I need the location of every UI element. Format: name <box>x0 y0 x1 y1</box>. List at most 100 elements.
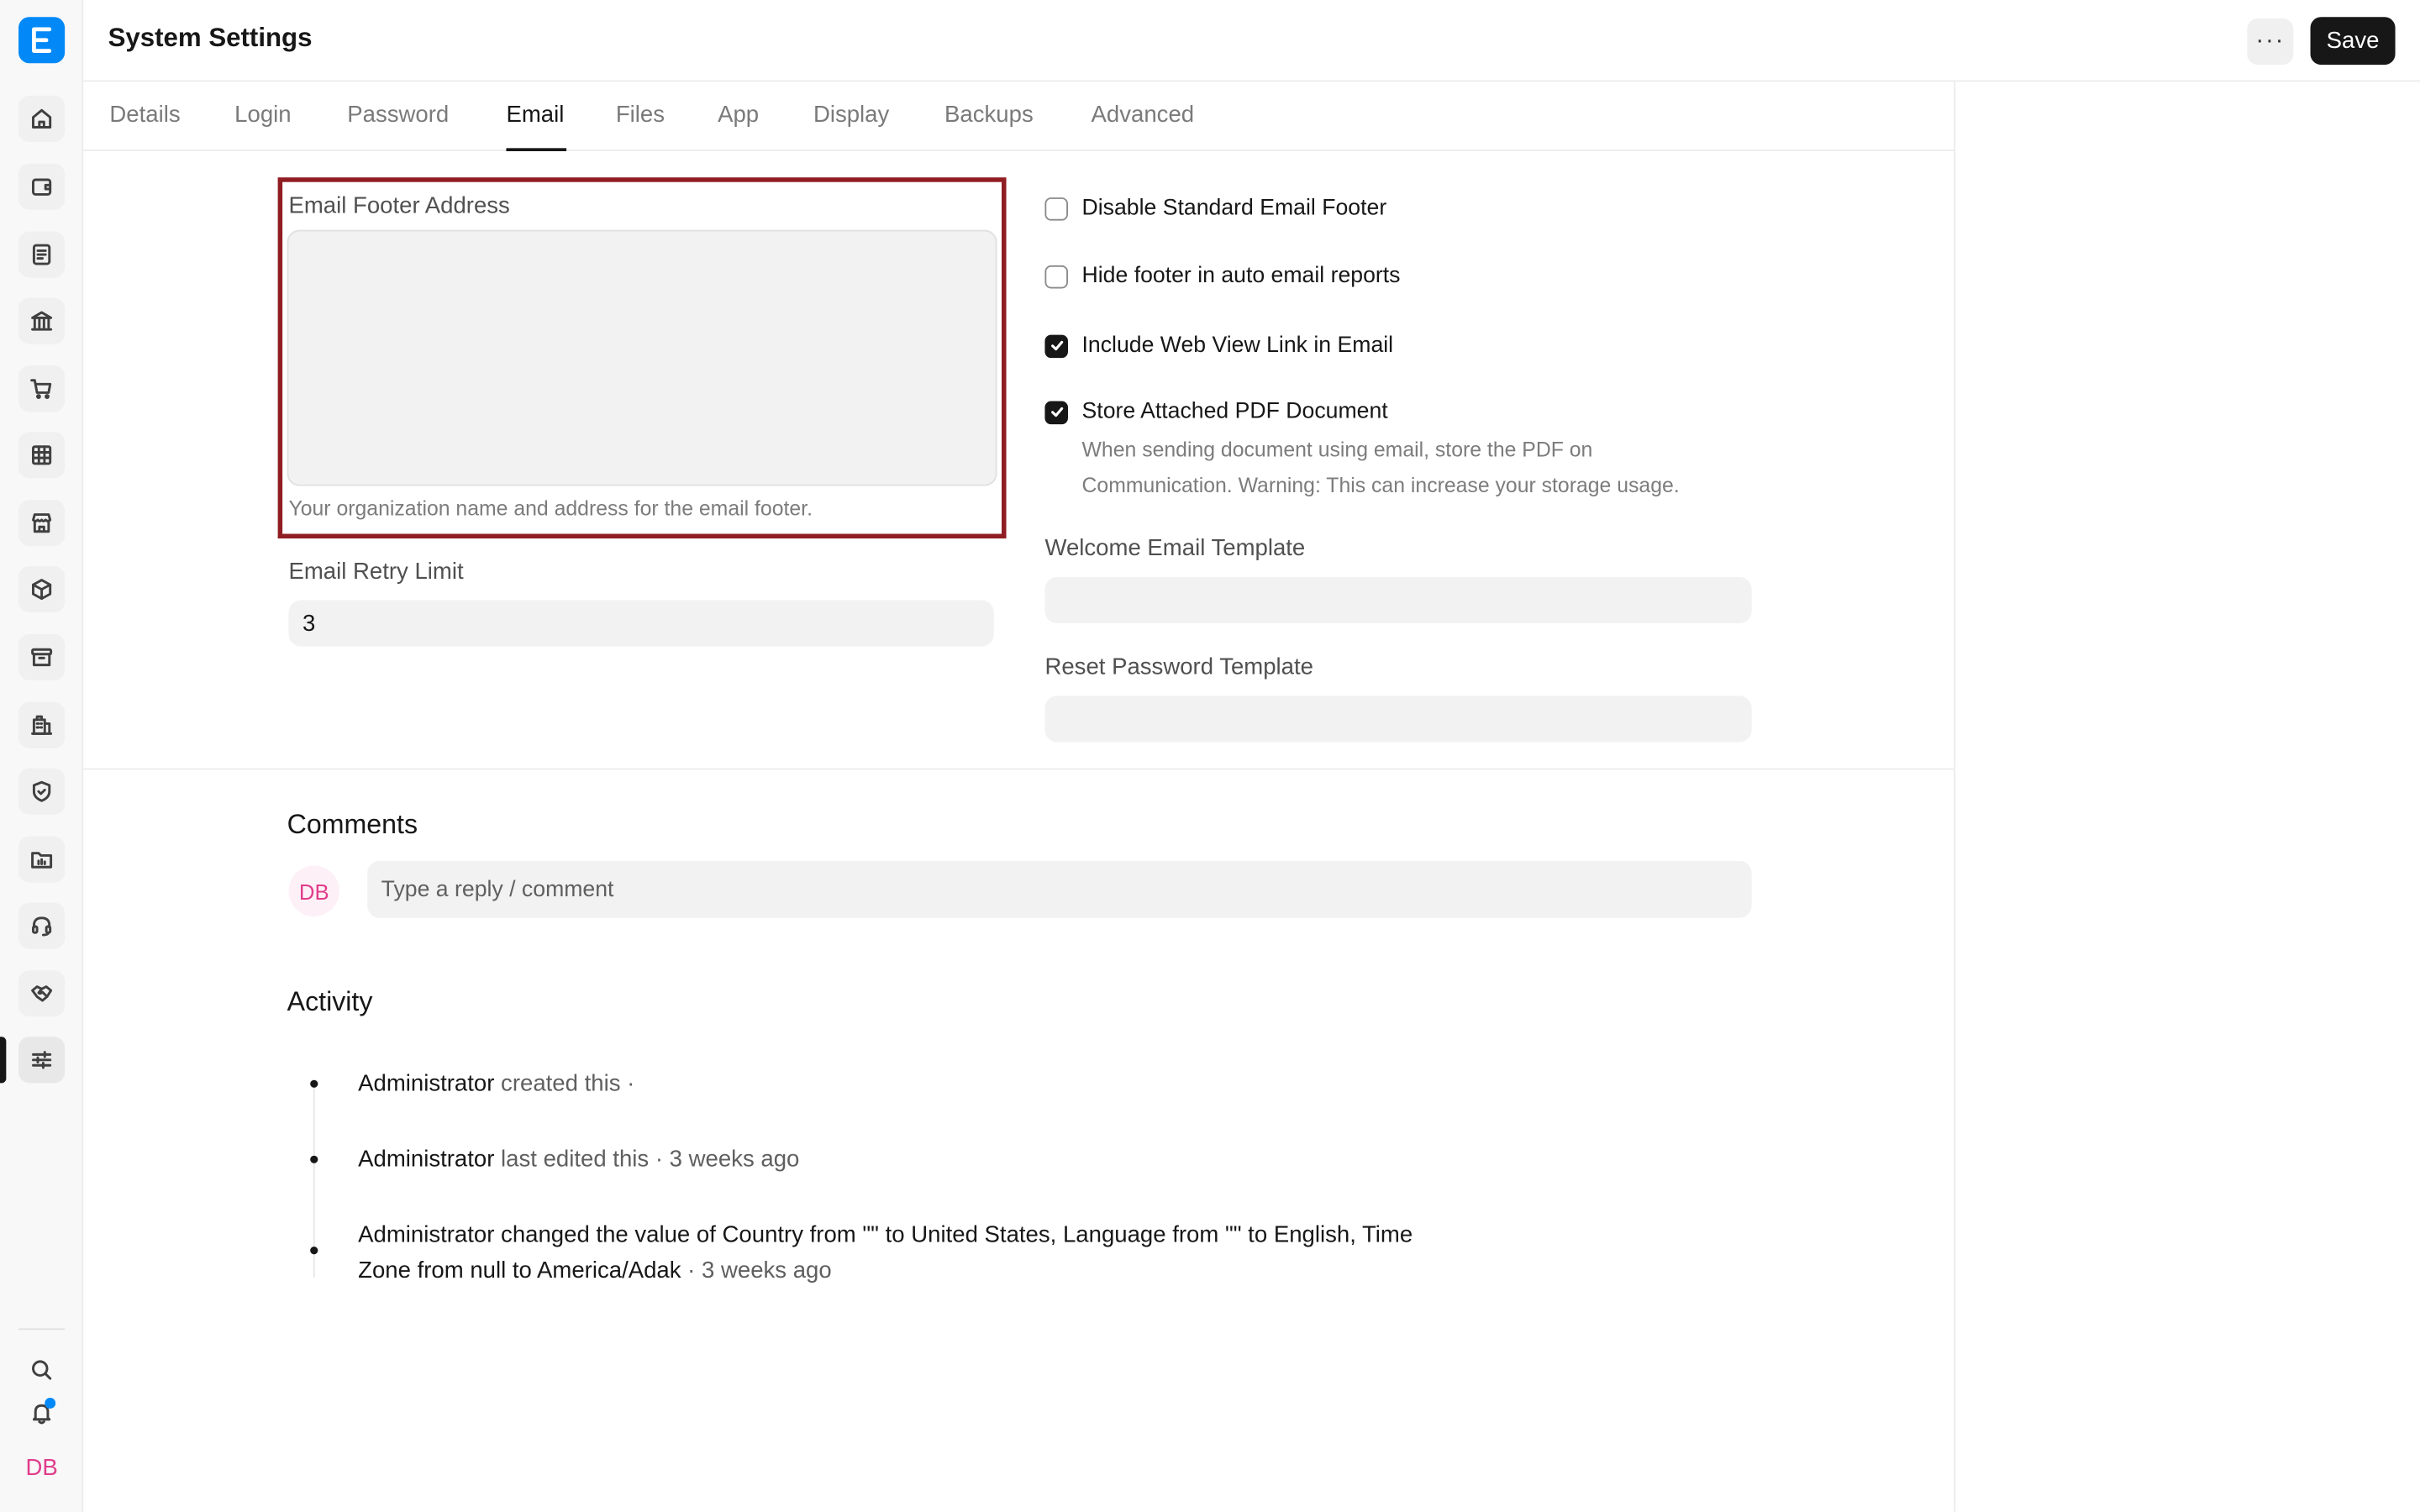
include-web-view-checkbox[interactable] <box>1044 333 1068 358</box>
email-retry-limit-input[interactable]: 3 <box>288 600 994 647</box>
sidebar-item-support[interactable] <box>18 902 66 949</box>
store-pdf-label[interactable]: Store Attached PDF Document <box>1082 400 1388 424</box>
bank-icon <box>31 311 53 331</box>
email-footer-address-textarea[interactable] <box>287 229 997 486</box>
sidebar-item-stock[interactable] <box>18 566 66 613</box>
tab-login[interactable]: Login <box>234 102 291 128</box>
disable-standard-footer-label[interactable]: Disable Standard Email Footer <box>1082 196 1387 220</box>
disable-standard-footer-checkbox[interactable] <box>1044 197 1068 220</box>
activity-user[interactable]: Administrator <box>358 1071 494 1097</box>
tab-password[interactable]: Password <box>347 102 449 128</box>
include-web-view-label[interactable]: Include Web View Link in Email <box>1082 333 1394 358</box>
activity-value: null <box>470 1257 507 1284</box>
tab-advanced[interactable]: Advanced <box>1092 102 1195 128</box>
sidebar-item-crm[interactable] <box>18 970 66 1017</box>
table-icon <box>32 445 52 465</box>
headset-icon <box>32 916 52 937</box>
user-avatar[interactable]: DB <box>18 1450 65 1487</box>
sidebar-item-buying[interactable] <box>18 365 66 412</box>
checkbox-row-disable-standard-footer[interactable]: Disable Standard Email Footer <box>1044 196 1387 221</box>
timeline-bullet <box>310 1155 318 1163</box>
tab-app[interactable]: App <box>718 102 759 128</box>
tab-backups[interactable]: Backups <box>944 102 1034 128</box>
hide-footer-label[interactable]: Hide footer in auto email reports <box>1082 264 1401 288</box>
active-tab-underline <box>506 148 567 151</box>
reset-password-template-label: Reset Password Template <box>1044 654 1314 680</box>
file-text-icon <box>32 244 51 265</box>
wallet-icon <box>32 178 52 196</box>
activity-item: Administrator created this · <box>358 1066 1531 1101</box>
activity-value: United States <box>911 1221 1050 1248</box>
sidebar-item-accounting[interactable] <box>18 163 66 210</box>
more-icon: ··· <box>2255 28 2286 55</box>
activity-change-text: Zone from <box>358 1257 471 1284</box>
sidebar-item-projects[interactable] <box>18 836 66 883</box>
sidebar-item-settings[interactable] <box>18 1037 66 1084</box>
sidebar-item-documents[interactable] <box>18 231 66 278</box>
tab-files[interactable]: Files <box>616 102 665 128</box>
hide-footer-checkbox[interactable] <box>1044 264 1068 288</box>
folder-chart-icon <box>31 852 53 869</box>
store-pdf-description-line1: When sending document using email, store… <box>1081 438 1593 462</box>
handshake-icon <box>31 985 53 1002</box>
checkbox-row-store-pdf[interactable]: Store Attached PDF Document <box>1044 400 1388 424</box>
checkbox-row-hide-footer[interactable]: Hide footer in auto email reports <box>1044 264 1400 288</box>
search-icon <box>32 1360 52 1380</box>
activity-value: America/Adak <box>537 1257 681 1284</box>
store-pdf-checkbox[interactable] <box>1044 400 1068 424</box>
building-icon <box>31 715 53 735</box>
sidebar-item-home[interactable] <box>18 95 66 142</box>
store-pdf-description-line2: Communication. Warning: This can increas… <box>1081 473 1680 497</box>
activity-change-text: , Time <box>1349 1221 1413 1248</box>
activity-text: last edited this · 3 weeks ago <box>494 1146 800 1173</box>
checkbox-row-include-web-view[interactable]: Include Web View Link in Email <box>1044 333 1393 358</box>
comment-input[interactable]: Type a reply / comment <box>367 860 1752 918</box>
welcome-email-template-input[interactable] <box>1044 576 1752 624</box>
email-footer-address-label: Email Footer Address <box>288 192 510 219</box>
sidebar-item-selling[interactable] <box>18 500 66 547</box>
page-header: System Settings ··· Save <box>83 0 2420 82</box>
more-actions-button[interactable]: ··· <box>2247 18 2294 66</box>
sidebar: DB <box>0 0 84 1512</box>
email-retry-limit-label: Email Retry Limit <box>288 558 464 585</box>
sidebar-item-tables[interactable] <box>18 432 66 479</box>
sliders-icon <box>32 1051 52 1069</box>
app-root: DB System Settings ··· Save Details Logi… <box>0 0 2420 1512</box>
package-icon <box>32 579 52 601</box>
sidebar-item-assets[interactable] <box>18 701 66 748</box>
notifications-button[interactable] <box>24 1396 58 1430</box>
comment-avatar: DB <box>288 865 340 916</box>
email-footer-address-description: Your organization name and address for t… <box>288 496 813 520</box>
sidebar-item-banking[interactable] <box>18 297 66 344</box>
sidebar-active-indicator <box>0 1037 7 1084</box>
activity-item: Administrator changed the value of Count… <box>358 1217 1531 1288</box>
activity-change-text: , Language from "" to <box>1050 1221 1274 1248</box>
tab-email[interactable]: Email <box>506 102 564 128</box>
shield-check-icon <box>32 780 51 802</box>
sidebar-item-quality[interactable] <box>18 768 66 815</box>
sidebar-divider <box>18 1328 66 1331</box>
sidebar-item-archive[interactable] <box>18 633 66 680</box>
activity-time: · 3 weeks ago <box>681 1257 832 1284</box>
activity-text: created this · <box>494 1070 635 1097</box>
right-panel-divider <box>1954 81 1956 1512</box>
activity-title: Activity <box>287 985 373 1017</box>
check-icon <box>1050 407 1063 417</box>
activity-item: Administrator last edited this · 3 weeks… <box>358 1142 1531 1177</box>
app-logo[interactable] <box>18 17 66 64</box>
activity-change-text: Administrator changed the value of Count… <box>358 1221 912 1248</box>
activity-user[interactable]: Administrator <box>358 1147 494 1173</box>
activity-value: English <box>1273 1221 1350 1248</box>
cart-icon <box>30 379 52 399</box>
section-divider <box>83 768 1954 770</box>
reset-password-template-input[interactable] <box>1044 696 1752 743</box>
save-button[interactable]: Save <box>2310 17 2396 66</box>
tab-details[interactable]: Details <box>109 102 180 128</box>
search-button[interactable] <box>24 1353 58 1387</box>
timeline-bullet <box>310 1247 318 1255</box>
welcome-email-template-label: Welcome Email Template <box>1044 535 1306 562</box>
comments-title: Comments <box>287 808 418 840</box>
tab-display[interactable]: Display <box>813 102 889 128</box>
activity-change-text: to <box>506 1257 538 1284</box>
archive-icon <box>31 648 53 667</box>
